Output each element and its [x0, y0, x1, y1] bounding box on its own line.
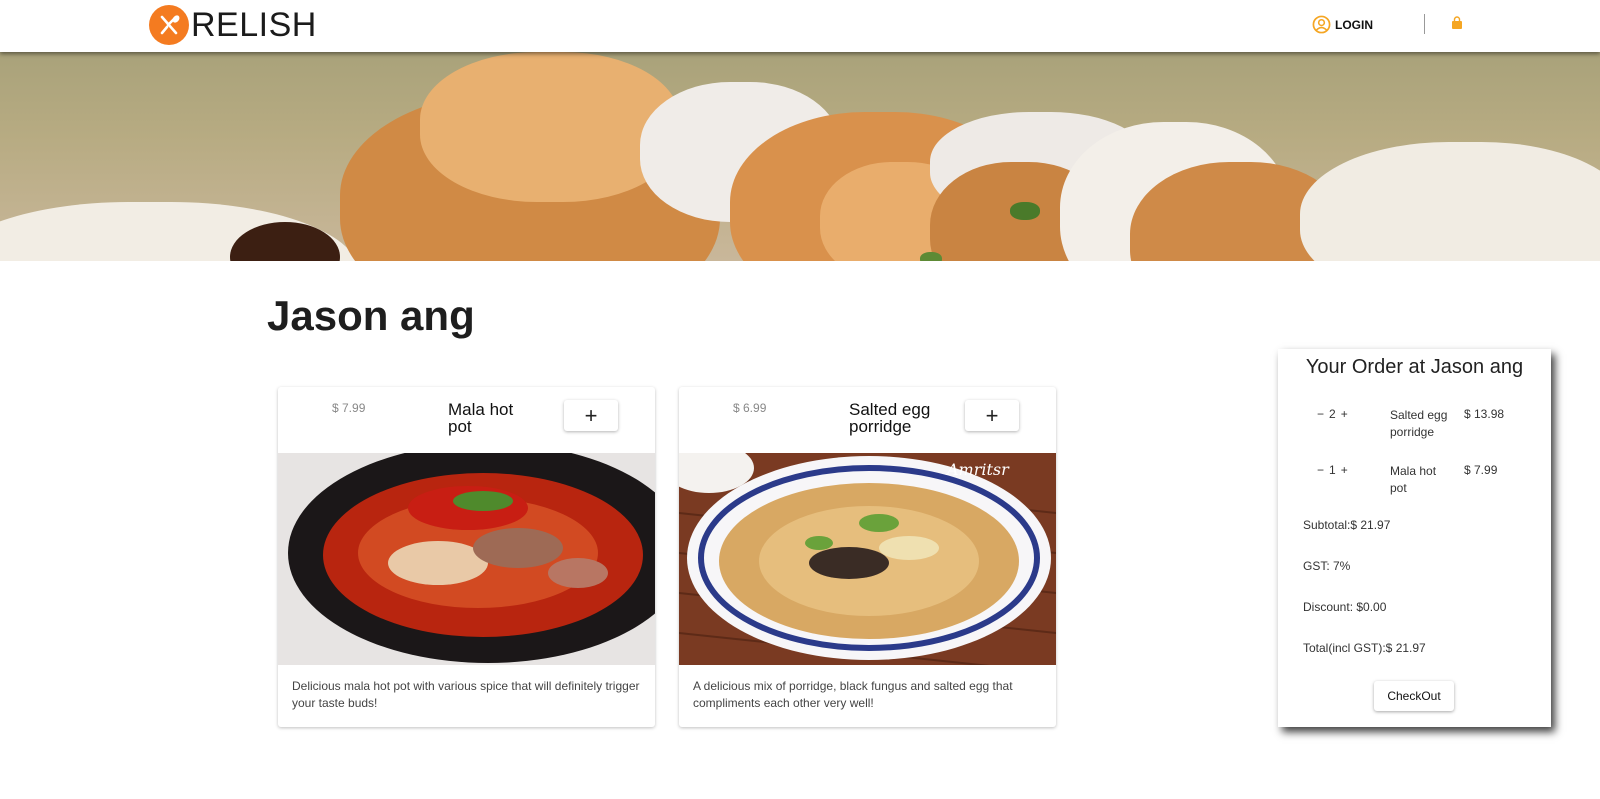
order-item-name: Mala hot pot [1390, 464, 1437, 495]
increase-quantity-button[interactable]: + [1341, 407, 1348, 421]
total: Total(incl GST):$ 21.97 [1303, 641, 1426, 655]
brand-name: RELISH [191, 5, 317, 44]
svg-text:Amritsr: Amritsr [945, 460, 1010, 479]
order-item-name: Salted egg porridge [1390, 408, 1448, 439]
menu-card: $ 6.99 Salted egg porridge + Amritsr A d… [679, 387, 1056, 727]
item-name: Salted egg porridge [849, 400, 931, 436]
item-name: Mala hot pot [448, 400, 514, 436]
login-button[interactable]: LOGIN [1312, 15, 1373, 34]
order-item-price: $ 7.99 [1464, 463, 1498, 477]
hero-banner-image [0, 52, 1600, 261]
nav-divider [1424, 14, 1425, 34]
item-price: $ 6.99 [733, 401, 767, 415]
mala-hot-pot-image [278, 453, 655, 665]
add-to-cart-button[interactable]: + [965, 400, 1019, 431]
discount: Discount: $0.00 [1303, 600, 1387, 614]
restaurant-title: Jason ang [267, 292, 475, 339]
quantity-stepper: − 2 + [1317, 407, 1348, 421]
salted-egg-porridge-image: Amritsr [679, 453, 1056, 665]
brand-logo[interactable]: RELISH [149, 5, 317, 45]
user-circle-icon [1312, 15, 1331, 34]
decrease-quantity-button[interactable]: − [1317, 463, 1324, 477]
decrease-quantity-button[interactable]: − [1317, 407, 1324, 421]
increase-quantity-button[interactable]: + [1341, 463, 1348, 477]
login-label: LOGIN [1335, 17, 1373, 32]
gst: GST: 7% [1303, 559, 1351, 573]
quantity-value: 2 [1329, 407, 1336, 421]
subtotal: Subtotal:$ 21.97 [1303, 518, 1391, 532]
top-navbar: RELISH LOGIN [0, 0, 1600, 52]
order-title: Your Order at Jason ang [1305, 356, 1524, 378]
order-summary-panel: Your Order at Jason ang − 2 + Salted egg… [1278, 349, 1551, 727]
add-to-cart-button[interactable]: + [564, 400, 618, 431]
quantity-value: 1 [1329, 463, 1336, 477]
order-item-price: $ 13.98 [1464, 407, 1505, 421]
menu-card: $ 7.99 Mala hot pot + Delicious mala hot… [278, 387, 655, 727]
shopping-bag-icon [1452, 16, 1462, 29]
checkout-button[interactable]: CheckOut [1374, 681, 1454, 711]
item-description: Delicious mala hot pot with various spic… [292, 679, 640, 710]
quantity-stepper: − 1 + [1317, 463, 1348, 477]
fork-knife-icon [149, 5, 189, 45]
item-price: $ 7.99 [332, 401, 366, 415]
item-description: A delicious mix of porridge, black fungu… [693, 679, 1013, 710]
cart-button[interactable] [1451, 16, 1463, 35]
